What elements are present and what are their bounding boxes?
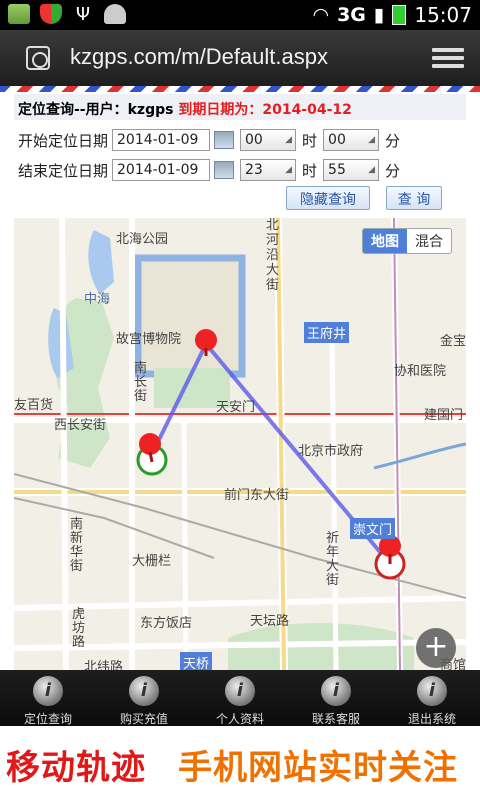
end-date-row: 结束定位日期 2014-01-09 23 时 55 分	[18, 158, 406, 182]
start-date-label: 开始定位日期	[18, 131, 109, 150]
lake	[88, 230, 114, 294]
hide-query-button[interactable]: 隐藏查询	[286, 186, 370, 210]
promo-banner: 移动轨迹 手机网站实时关注	[0, 726, 480, 800]
info-icon: i	[321, 676, 351, 706]
map-type-toggle: 地图 混合	[362, 228, 452, 254]
road	[181, 417, 189, 670]
map-label: 东方饭店	[140, 616, 193, 631]
map-label: 建国门	[424, 408, 464, 423]
notification-icons: Ψ	[8, 4, 126, 25]
map-label: 天安门	[216, 400, 256, 415]
map-label: 北京市政府	[298, 444, 364, 459]
minute-unit: 分	[385, 161, 401, 180]
android-icon	[104, 4, 126, 24]
map-view[interactable]: 北海公园 中海 故宫博物院 南长街 北河沿大街 王府井 金宝 协和医院 天安门 …	[14, 218, 466, 670]
clock: 15:07	[414, 3, 472, 27]
info-icon: i	[417, 676, 447, 706]
tab-recharge[interactable]: i 购买充值	[96, 670, 192, 726]
start-hour-select[interactable]: 00	[240, 129, 297, 151]
shield-icon	[40, 4, 62, 24]
tab-label: 联系客服	[311, 712, 360, 726]
map-label: 协和医院	[394, 364, 447, 379]
tab-label: 购买充值	[119, 712, 168, 726]
info-icon: i	[129, 676, 159, 706]
map-label: 天坛路	[250, 614, 290, 629]
tab-support[interactable]: i 联系客服	[288, 670, 384, 726]
map-type-map-button[interactable]: 地图	[363, 229, 407, 253]
map-label: 虎坊路	[72, 607, 86, 650]
map-label: 北河沿大街	[266, 218, 280, 293]
map-label: 南新华街	[70, 517, 84, 574]
map-label: 王府井	[304, 322, 350, 343]
road	[329, 337, 339, 670]
browser-url-bar[interactable]: kzgps.com/m/Default.aspx	[0, 30, 480, 86]
map-label: 南长街	[134, 361, 148, 404]
info-icon: i	[225, 676, 255, 706]
end-date-label: 结束定位日期	[18, 161, 109, 180]
map-label: 天桥	[180, 652, 213, 670]
hour-unit: 时	[302, 161, 318, 180]
track-pin-start[interactable]	[136, 433, 168, 476]
map-label: 金宝	[440, 334, 466, 349]
form-header: 定位查询--用户：kzgps 到期日期为：2014-04-12	[14, 94, 466, 120]
map-label: 西长安街	[54, 418, 107, 433]
start-date-row: 开始定位日期 2014-01-09 00 时 00 分	[18, 128, 406, 152]
usb-icon: Ψ	[75, 4, 91, 25]
map-label: 大栅栏	[132, 554, 172, 569]
minute-unit: 分	[385, 131, 401, 150]
map-label: 北纬路	[84, 660, 124, 670]
tab-logout[interactable]: i 退出系统	[384, 670, 480, 726]
river	[373, 442, 466, 470]
status-bar: Ψ ◠ 3G ▮ 15:07	[0, 0, 480, 30]
map-canvas	[14, 218, 466, 670]
forbidden-city-area	[134, 254, 246, 378]
zoom-in-button[interactable]: +	[416, 628, 456, 668]
bottom-tab-bar: i 定位查询 i 购买充值 i 个人资料 i 联系客服 i 退出系统	[0, 670, 480, 726]
map-label: 中海	[84, 292, 111, 307]
calendar-icon[interactable]	[214, 161, 235, 179]
signal-icon: ▮	[373, 4, 385, 26]
banner-text-left: 移动轨迹	[6, 748, 146, 788]
map-label: 前门东大街	[224, 488, 290, 503]
calendar-icon[interactable]	[214, 131, 235, 149]
map-label: 祈年大街	[326, 531, 340, 588]
battery-icon	[392, 5, 407, 25]
expiry-label: 到期日期为：2014-04-12	[178, 102, 352, 118]
map-label: 崇文门	[350, 518, 396, 539]
map-label: 友百货	[14, 398, 54, 413]
end-date-input[interactable]: 2014-01-09	[112, 159, 211, 181]
status-indicators: ◠ 3G ▮ 15:07	[312, 3, 472, 27]
start-minute-select[interactable]: 00	[323, 129, 380, 151]
network-type: 3G	[337, 4, 366, 26]
query-form: 定位查询--用户：kzgps 到期日期为：2014-04-12 开始定位日期 2…	[14, 92, 466, 220]
info-icon: i	[33, 676, 63, 706]
map-type-mixed-button[interactable]: 混合	[407, 229, 451, 253]
globe-icon	[26, 46, 50, 70]
hour-unit: 时	[302, 131, 318, 150]
url-text[interactable]: kzgps.com/m/Default.aspx	[70, 44, 328, 70]
user-label: 定位查询--用户：kzgps	[18, 102, 174, 118]
tab-label: 个人资料	[215, 712, 264, 726]
tab-profile[interactable]: i 个人资料	[192, 670, 288, 726]
end-hour-select[interactable]: 23	[240, 159, 297, 181]
start-date-input[interactable]: 2014-01-09	[112, 129, 211, 151]
map-label: 故宫博物院	[116, 332, 182, 347]
picture-icon	[8, 4, 30, 24]
track-pin-end[interactable]	[374, 535, 406, 580]
tab-label: 退出系统	[407, 712, 456, 726]
road	[59, 218, 69, 670]
map-label: 北海公园	[116, 232, 169, 247]
tab-label: 定位查询	[23, 712, 72, 726]
tab-location-query[interactable]: i 定位查询	[0, 670, 96, 726]
menu-icon[interactable]	[432, 48, 464, 70]
wifi-icon: ◠	[312, 4, 330, 26]
end-minute-select[interactable]: 55	[323, 159, 380, 181]
banner-text-right: 手机网站实时关注	[178, 748, 458, 788]
query-button[interactable]: 查 询	[386, 186, 442, 210]
